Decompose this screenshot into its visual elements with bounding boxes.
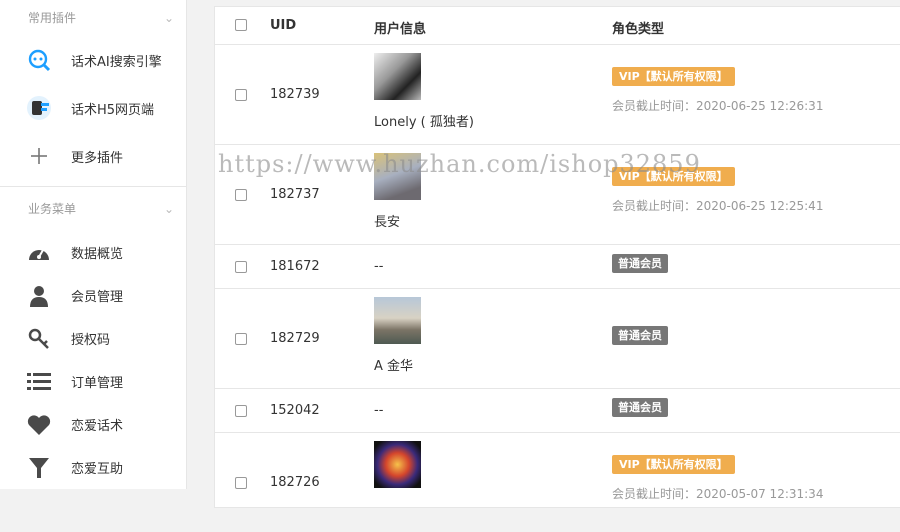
- group-title: 常用插件: [28, 11, 77, 25]
- uid-cell: 182726: [270, 475, 320, 490]
- avatar: [374, 297, 421, 344]
- chevron-down-icon[interactable]: ⌄: [164, 187, 174, 231]
- h5-page-icon: [26, 95, 52, 121]
- row-checkbox[interactable]: [235, 189, 247, 201]
- row-checkbox[interactable]: [235, 477, 247, 489]
- column-header-user-info[interactable]: 用户信息: [374, 18, 426, 37]
- sidebar-item-label: 恋爱互助: [71, 462, 124, 477]
- dashboard-icon: [26, 240, 52, 266]
- user-name: --: [374, 403, 384, 418]
- select-all-checkbox[interactable]: [235, 19, 247, 31]
- uid-cell: 182739: [270, 87, 320, 102]
- list-icon: [26, 369, 52, 395]
- column-header-role[interactable]: 角色类型: [612, 18, 664, 37]
- user-icon: [26, 283, 52, 309]
- sidebar-item-orders[interactable]: 订单管理: [0, 360, 186, 403]
- normal-badge: 普通会员: [612, 254, 668, 273]
- search-ai-icon: [26, 47, 52, 73]
- table-row[interactable]: 182729 A 金华 普通会员: [215, 289, 900, 389]
- normal-badge: 普通会员: [612, 326, 668, 345]
- sidebar-item-love-help[interactable]: 恋爱互助: [0, 446, 186, 489]
- table-row[interactable]: 152042 -- 普通会员: [215, 389, 900, 433]
- watermark: https://www.huzhan.com/ishop32859: [218, 150, 701, 178]
- avatar: [374, 441, 421, 488]
- table-header: UID 用户信息 角色类型: [215, 7, 900, 45]
- group-title: 业务菜单: [28, 202, 77, 216]
- sidebar-item-label: 会员管理: [71, 290, 124, 305]
- expire-time: 会员截止时间：2020-06-25 12:25:41: [612, 199, 824, 213]
- row-checkbox[interactable]: [235, 405, 247, 417]
- uid-cell: 182729: [270, 331, 320, 346]
- sidebar-item-auth-code[interactable]: 授权码: [0, 317, 186, 360]
- heart-icon: [26, 412, 52, 438]
- uid-cell: 181672: [270, 259, 320, 274]
- uid-cell: 152042: [270, 403, 320, 418]
- table-row[interactable]: 181672 -- 普通会员: [215, 245, 900, 289]
- uid-cell: 182737: [270, 187, 320, 202]
- user-name: A 金华: [374, 359, 414, 374]
- chevron-down-icon[interactable]: ⌄: [164, 0, 174, 36]
- expire-time: 会员截止时间：2020-06-25 12:26:31: [612, 99, 824, 113]
- sidebar-item-label: 更多插件: [71, 150, 124, 166]
- table-row[interactable]: 182726 VIP【默认所有权限】 会员截止时间：2020-05-07 12:…: [215, 433, 900, 532]
- sidebar-item-ai-search[interactable]: 话术AI搜索引擎: [0, 36, 186, 84]
- row-checkbox[interactable]: [235, 89, 247, 101]
- row-checkbox[interactable]: [235, 261, 247, 273]
- plugin-group: 常用插件 ⌄ 话术AI搜索引擎 话术H5网页端 更多插件: [0, 0, 186, 180]
- user-name: Lonely ( 孤独者): [374, 115, 474, 130]
- user-name: --: [374, 259, 384, 274]
- sidebar-item-members[interactable]: 会员管理: [0, 274, 186, 317]
- sidebar-item-love-talk[interactable]: 恋爱话术: [0, 403, 186, 446]
- vip-badge: VIP【默认所有权限】: [612, 67, 735, 86]
- sidebar-item-label: 订单管理: [71, 376, 124, 391]
- sidebar-item-label: 数据概览: [71, 247, 124, 262]
- avatar: [374, 53, 421, 100]
- row-checkbox[interactable]: [235, 333, 247, 345]
- sidebar-item-dashboard[interactable]: 数据概览: [0, 231, 186, 274]
- business-group-header[interactable]: 业务菜单 ⌄: [0, 187, 186, 231]
- business-group: 业务菜单 ⌄ 数据概览 会员管理 授权码 订单管理 恋爱话术 恋爱互助: [0, 187, 186, 489]
- column-header-uid[interactable]: UID: [270, 18, 296, 33]
- key-icon: [26, 326, 52, 352]
- user-name: 長安: [374, 215, 401, 230]
- sidebar-item-label: 话术H5网页端: [71, 102, 155, 118]
- sidebar: 常用插件 ⌄ 话术AI搜索引擎 话术H5网页端 更多插件 业务菜单 ⌄ 数据概览…: [0, 0, 187, 489]
- plugin-group-header[interactable]: 常用插件 ⌄: [0, 0, 186, 36]
- normal-badge: 普通会员: [612, 398, 668, 417]
- sidebar-item-label: 话术AI搜索引擎: [71, 54, 162, 70]
- funnel-icon: [26, 455, 52, 481]
- vip-badge: VIP【默认所有权限】: [612, 455, 735, 474]
- sidebar-item-label: 恋爱话术: [71, 419, 124, 434]
- sidebar-item-h5[interactable]: 话术H5网页端: [0, 84, 186, 132]
- table-row[interactable]: 182739 Lonely ( 孤独者) VIP【默认所有权限】 会员截止时间：…: [215, 45, 900, 145]
- sidebar-item-label: 授权码: [71, 333, 111, 348]
- plus-icon: [26, 143, 52, 169]
- expire-time: 会员截止时间：2020-05-07 12:31:34: [612, 487, 824, 501]
- sidebar-item-more-plugins[interactable]: 更多插件: [0, 132, 186, 180]
- member-table: UID 用户信息 角色类型 182739 Lonely ( 孤独者) VIP【默…: [214, 6, 900, 508]
